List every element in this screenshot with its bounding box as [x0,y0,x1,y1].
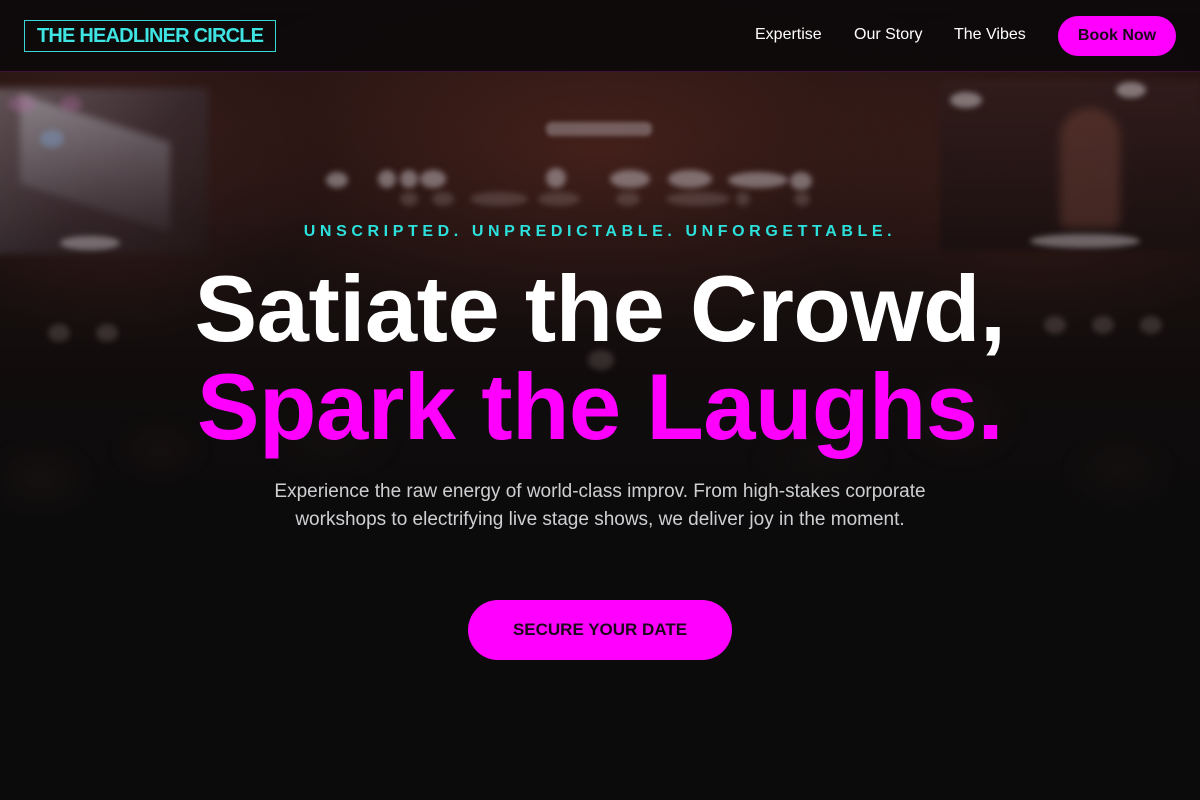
secure-your-date-button[interactable]: SECURE YOUR DATE [468,600,732,660]
book-now-button[interactable]: Book Now [1058,16,1176,56]
landing-page: THE HEADLINER CIRCLE Expertise Our Story… [0,0,1200,800]
hero-section: UNSCRIPTED. UNPREDICTABLE. UNFORGETTABLE… [0,0,1200,800]
top-navbar: THE HEADLINER CIRCLE Expertise Our Story… [0,0,1200,72]
nav-link-the-vibes[interactable]: The Vibes [954,24,1026,46]
site-logo[interactable]: THE HEADLINER CIRCLE [24,20,277,52]
hero-headline: Satiate the Crowd, Spark the Laughs. [0,260,1200,456]
headline-line-2: Spark the Laughs. [196,354,1004,459]
hero-description: Experience the raw energy of world-class… [274,481,926,530]
hero-tagline: UNSCRIPTED. UNPREDICTABLE. UNFORGETTABLE… [303,223,897,240]
headline-line-1: Satiate the Crowd, [194,256,1006,361]
nav-link-expertise[interactable]: Expertise [755,24,822,46]
nav-link-our-story[interactable]: Our Story [854,24,922,46]
